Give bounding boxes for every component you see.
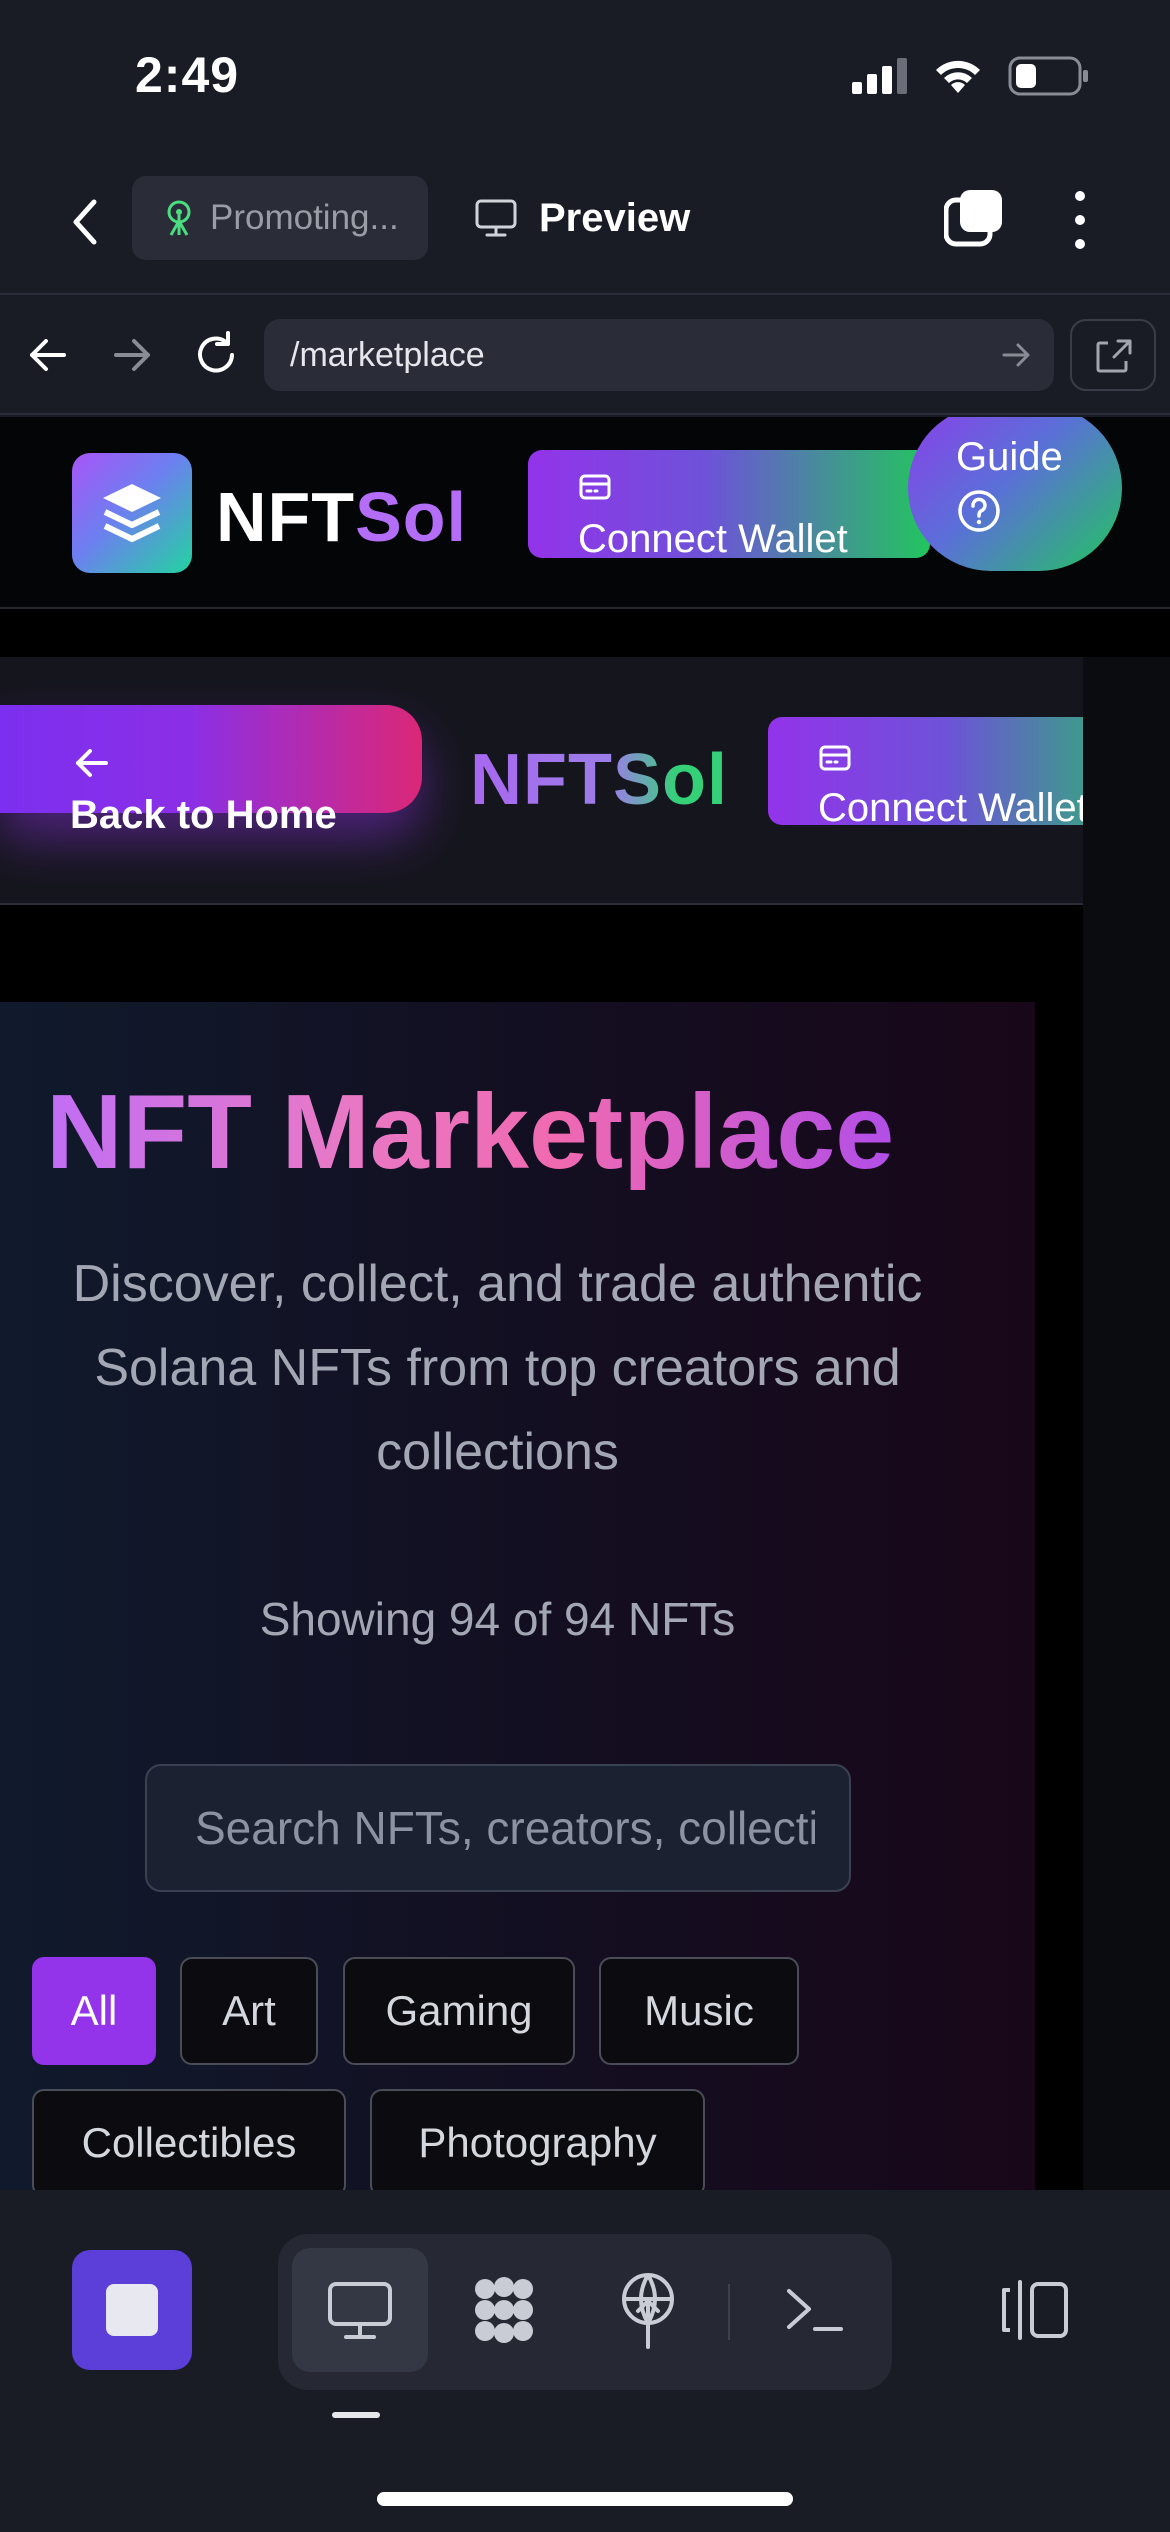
divider — [728, 2284, 730, 2340]
browser-nav: /marketplace — [0, 297, 1170, 415]
guide-label: Guide — [956, 435, 1063, 479]
wallet-icon — [579, 474, 611, 500]
connect-wallet-button[interactable]: Connect Wallet — [528, 450, 930, 561]
connect-wallet-label: Connect Wallet — [578, 517, 848, 561]
split-layout-icon[interactable] — [1000, 2278, 1070, 2342]
bottom-toolbar — [0, 2190, 1170, 2532]
status-time: 2:49 — [135, 47, 240, 103]
category-chip-photography[interactable]: Photography — [370, 2089, 705, 2190]
preview-label: Preview — [539, 195, 691, 240]
logo-tile[interactable] — [72, 453, 192, 573]
tab-apps[interactable] — [436, 2248, 572, 2372]
category-chip-music[interactable]: Music — [599, 1957, 799, 2065]
home-indicator — [377, 2492, 793, 2506]
tab-preview[interactable] — [292, 2248, 428, 2372]
apps-icon — [475, 2277, 533, 2343]
monitor-icon — [328, 2282, 392, 2339]
refresh-icon[interactable] — [188, 327, 244, 383]
back-to-home-label: Back to Home — [70, 793, 337, 837]
logo-sol: Sol — [355, 478, 467, 556]
inner-logo[interactable]: NFTSol — [470, 739, 728, 821]
broadcast-tower-icon — [167, 200, 191, 236]
url-text: /marketplace — [290, 335, 485, 374]
view-switcher — [278, 2234, 892, 2390]
help-circle-icon — [958, 490, 1000, 532]
inner-header: Back to Home NFTSol Connect Wallet — [0, 657, 1170, 905]
guide-button[interactable]: Guide — [908, 417, 1122, 571]
scroll-gutter — [1083, 657, 1170, 2190]
tab-terminal[interactable] — [746, 2248, 882, 2372]
promoting-pill[interactable]: Promoting... — [132, 176, 428, 260]
preview-button[interactable]: Preview — [475, 176, 690, 260]
app-bar: Promoting... Preview — [0, 150, 1170, 295]
external-link-icon — [1096, 339, 1132, 373]
status-bar: 2:49 — [0, 0, 1170, 150]
terminal-icon — [787, 2289, 843, 2331]
back-to-home-button[interactable]: Back to Home — [0, 705, 422, 837]
back-chevron-icon[interactable] — [62, 192, 112, 252]
battery-icon — [1008, 56, 1088, 96]
page-title: NFT Marketplace — [46, 1073, 895, 1191]
active-tab-indicator — [332, 2412, 380, 2418]
status-icons — [852, 56, 1090, 96]
search-input[interactable] — [195, 1801, 815, 1855]
tabs-icon[interactable] — [944, 188, 1004, 248]
layers-icon — [103, 484, 161, 542]
site-header: NFTSol Connect Wallet Guide — [0, 417, 1170, 609]
deploy-icon — [622, 2273, 674, 2349]
web-viewport: NFTSol Connect Wallet Guide Back to Home — [0, 417, 1170, 2190]
wifi-icon — [936, 60, 980, 93]
more-vertical-icon[interactable] — [1060, 188, 1100, 252]
stop-button[interactable] — [72, 2250, 192, 2370]
category-chip-gaming[interactable]: Gaming — [343, 1957, 575, 2065]
cellular-signal-icon — [852, 58, 907, 94]
arrow-right-icon[interactable] — [104, 327, 160, 383]
site-logo-text[interactable]: NFTSol — [216, 477, 467, 557]
promoting-label: Promoting... — [210, 198, 399, 237]
page-subtitle: Discover, collect, and trade authentic S… — [72, 1255, 923, 1481]
results-count: Showing 94 of 94 NFTs — [259, 1593, 736, 1645]
open-external-button[interactable] — [1070, 319, 1156, 391]
arrow-left-icon[interactable] — [20, 327, 76, 383]
search-field[interactable] — [145, 1764, 851, 1892]
category-chip-art[interactable]: Art — [180, 1957, 318, 2065]
url-field[interactable]: /marketplace — [264, 319, 1054, 391]
stop-icon — [106, 2284, 158, 2336]
arrow-left-icon — [76, 749, 108, 777]
category-chip-all[interactable]: All — [32, 1957, 156, 2065]
logo-nft: NFT — [216, 478, 356, 556]
category-chip-collectibles[interactable]: Collectibles — [32, 2089, 346, 2190]
wallet-icon — [819, 745, 851, 771]
tab-deploy[interactable] — [580, 2248, 716, 2372]
monitor-icon — [475, 199, 517, 237]
go-arrow-icon[interactable] — [998, 337, 1034, 373]
marketplace-hero: NFT Marketplace Discover, collect, and t… — [0, 1002, 1035, 2190]
